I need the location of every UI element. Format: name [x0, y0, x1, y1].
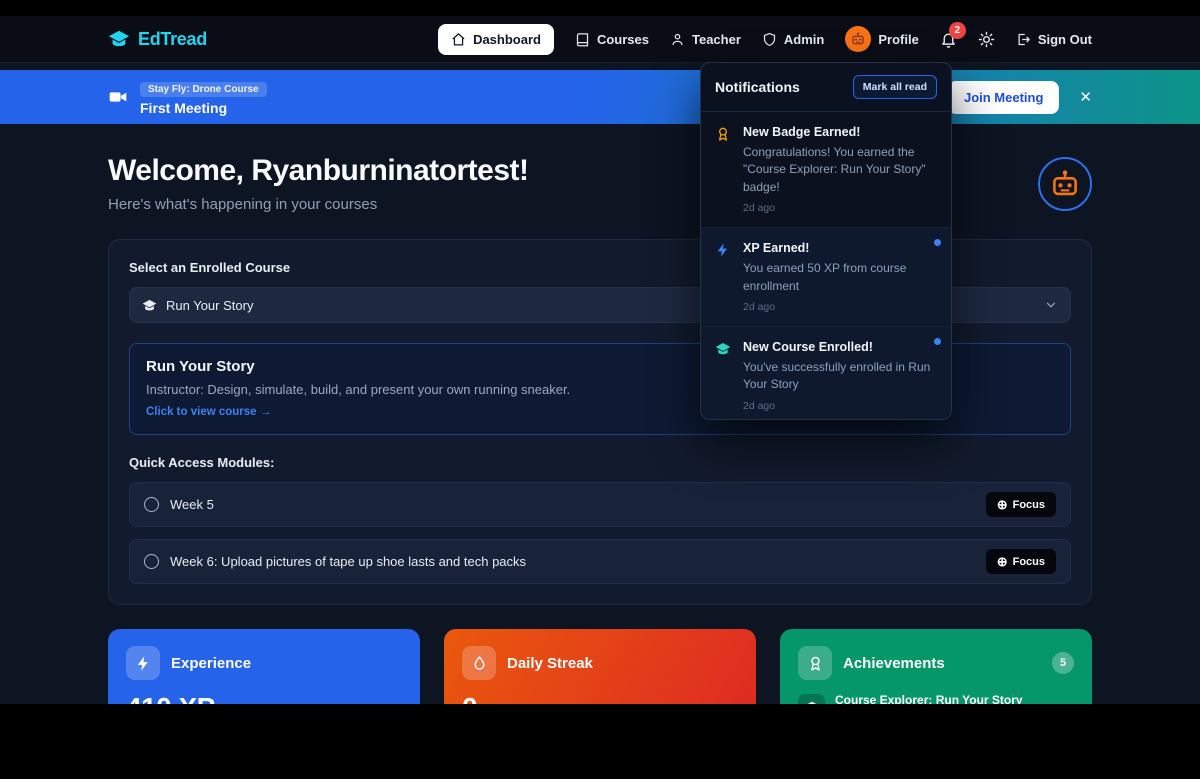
robot-avatar-icon: [845, 26, 871, 52]
book-icon: [575, 32, 590, 47]
graduation-cap-icon: [142, 298, 157, 313]
notification-title: New Badge Earned!: [743, 125, 937, 139]
course-tag: Stay Fly: Drone Course: [140, 82, 267, 97]
nav-courses[interactable]: Courses: [575, 32, 649, 47]
achievements-count-badge: 5: [1052, 652, 1074, 674]
achievements-card: Achievements 5 Course Explorer: Run Your…: [780, 629, 1092, 704]
mark-all-read-button[interactable]: Mark all read: [853, 75, 937, 99]
nav-admin-label: Admin: [784, 32, 824, 47]
streak-value: 0: [462, 692, 738, 704]
achievements-title: Achievements: [843, 655, 945, 672]
award-icon: [798, 646, 832, 680]
close-banner-icon[interactable]: ✕: [1079, 88, 1092, 106]
focus-label: Focus: [1013, 499, 1045, 511]
top-navbar: EdTread Dashboard Courses: [0, 16, 1200, 63]
notifications-title: Notifications: [715, 79, 800, 95]
circled-plus-icon: ⊕: [997, 498, 1008, 511]
notification-title: XP Earned!: [743, 241, 937, 255]
module-row-week6[interactable]: Week 6: Upload pictures of tape up shoe …: [129, 539, 1071, 584]
brand-logo[interactable]: EdTread: [108, 28, 207, 50]
nav-profile[interactable]: Profile: [845, 26, 918, 52]
module-title: Week 6: Upload pictures of tape up shoe …: [170, 554, 526, 569]
graduation-cap-icon: [108, 28, 130, 50]
notification-time: 2d ago: [743, 202, 937, 214]
unread-dot: [934, 338, 941, 345]
notification-body: Congratulations! You earned the "Course …: [743, 144, 937, 196]
sign-out-label: Sign Out: [1038, 32, 1092, 47]
daily-streak-card: Daily Streak 0 Days in a row: [444, 629, 756, 704]
video-camera-icon: [108, 87, 128, 107]
notifications-panel: Notifications Mark all read New Badge Ea…: [700, 62, 952, 420]
shield-icon: [762, 32, 777, 47]
circle-icon: [144, 554, 159, 569]
module-title: Week 5: [170, 497, 214, 512]
modules-label: Quick Access Modules:: [129, 455, 1071, 470]
chevron-down-icon: [1044, 298, 1058, 312]
view-course-link[interactable]: Click to view course →: [146, 406, 271, 418]
notification-item[interactable]: XP Earned! You earned 50 XP from course …: [701, 228, 951, 327]
experience-card: Experience 410 XP Level 5 Level 5 410/50…: [108, 629, 420, 704]
achievement-item: Course Explorer: Run Your Story 3/30/202…: [798, 693, 1074, 704]
nav-teacher[interactable]: Teacher: [670, 32, 741, 47]
focus-label: Focus: [1013, 556, 1045, 568]
bolt-icon: [126, 646, 160, 680]
streak-title: Daily Streak: [507, 655, 593, 672]
notification-item[interactable]: New Badge Earned! Congratulations! You e…: [701, 112, 951, 228]
person-icon: [670, 32, 685, 47]
notification-body: You've successfully enrolled in Run Your…: [743, 359, 937, 394]
course-select-value: Run Your Story: [166, 298, 253, 313]
home-icon: [451, 32, 466, 47]
bolt-icon: [715, 241, 733, 313]
graduation-cap-icon: [715, 340, 733, 412]
circle-icon: [144, 497, 159, 512]
notification-title: New Course Enrolled!: [743, 340, 937, 354]
notification-count-badge: 2: [949, 22, 966, 39]
nav-profile-label: Profile: [878, 32, 918, 47]
meeting-banner: Stay Fly: Drone Course First Meeting Joi…: [0, 70, 1200, 124]
circled-plus-icon: ⊕: [997, 555, 1008, 568]
notification-time: 2d ago: [743, 400, 937, 412]
xp-value: 410 XP: [126, 692, 402, 704]
focus-button[interactable]: ⊕ Focus: [986, 549, 1056, 574]
theme-toggle-button[interactable]: [978, 31, 995, 48]
brand-name: EdTread: [138, 29, 207, 50]
notifications-bell-button[interactable]: 2: [940, 31, 957, 48]
page-subtitle: Here's what's happening in your courses: [108, 196, 529, 213]
notification-time: 2d ago: [743, 301, 937, 313]
stats-row: Experience 410 XP Level 5 Level 5 410/50…: [108, 629, 1092, 704]
flame-icon: [462, 646, 496, 680]
focus-button[interactable]: ⊕ Focus: [986, 492, 1056, 517]
nav-admin[interactable]: Admin: [762, 32, 824, 47]
app-screen: EdTread Dashboard Courses: [0, 16, 1200, 704]
sun-icon: [978, 31, 995, 48]
award-icon: [715, 125, 733, 214]
experience-title: Experience: [171, 655, 251, 672]
sign-out-icon: [1016, 32, 1031, 47]
graduation-cap-icon: [798, 694, 825, 705]
meeting-title: First Meeting: [140, 100, 267, 116]
nav-dashboard[interactable]: Dashboard: [438, 24, 554, 55]
nav-menu: Dashboard Courses Teacher: [438, 24, 1092, 55]
notification-item[interactable]: New Course Enrolled! You've successfully…: [701, 327, 951, 420]
nav-dashboard-label: Dashboard: [473, 32, 541, 47]
achievement-title: Course Explorer: Run Your Story: [835, 693, 1023, 704]
nav-courses-label: Courses: [597, 32, 649, 47]
sign-out-button[interactable]: Sign Out: [1016, 32, 1092, 47]
notification-body: You earned 50 XP from course enrollment: [743, 260, 937, 295]
unread-dot: [934, 239, 941, 246]
join-meeting-button[interactable]: Join Meeting: [948, 81, 1059, 114]
page-title: Welcome, Ryanburninatortest!: [108, 154, 529, 188]
main-content: Welcome, Ryanburninatortest! Here's what…: [0, 124, 1200, 704]
user-avatar[interactable]: [1038, 157, 1092, 211]
nav-teacher-label: Teacher: [692, 32, 741, 47]
module-row-week5[interactable]: Week 5 ⊕ Focus: [129, 482, 1071, 527]
